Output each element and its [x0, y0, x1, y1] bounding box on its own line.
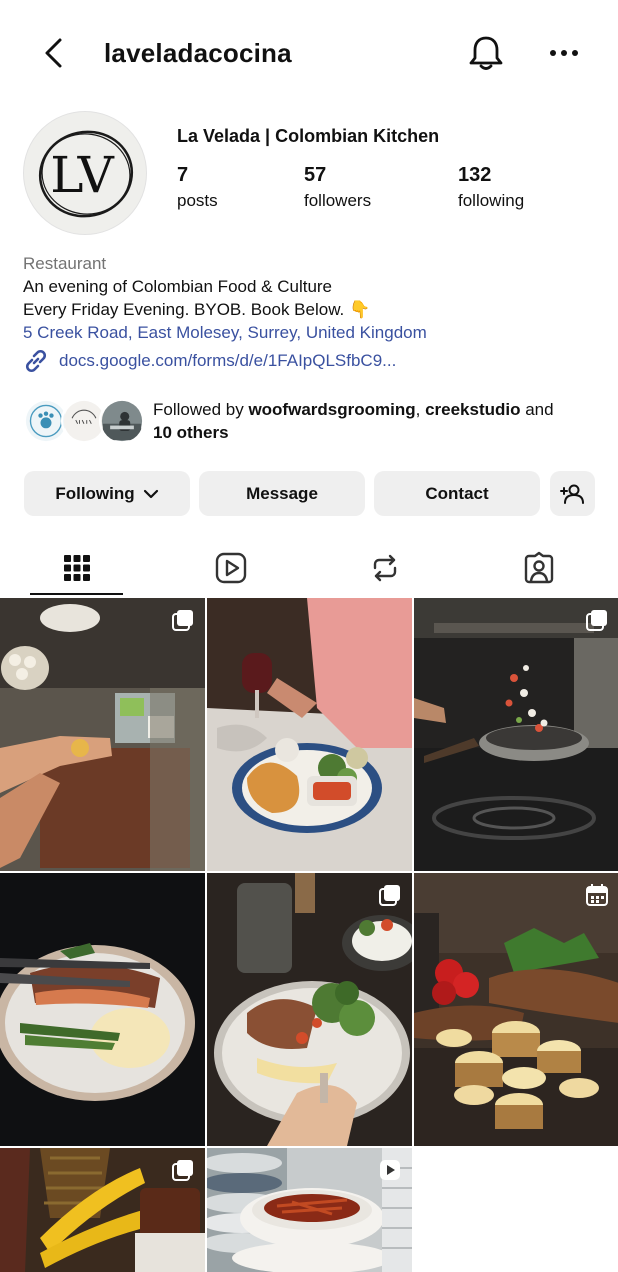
bio-category: Restaurant	[23, 254, 107, 273]
following-button-label: Following	[55, 483, 135, 503]
carousel-icon	[586, 610, 607, 631]
contact-button[interactable]: Contact	[374, 471, 540, 516]
post-image-pan-toss	[414, 598, 618, 871]
mutual-avatar-3	[99, 398, 145, 444]
post-image-steak-salad	[207, 873, 412, 1146]
posts-grid	[0, 598, 618, 1272]
display-name: La Velada | Colombian Kitchen	[177, 126, 440, 146]
link-icon	[25, 349, 47, 373]
suggested-accounts-button[interactable]	[550, 471, 595, 516]
post-thumbnail[interactable]	[0, 598, 205, 871]
tab-posts-grid[interactable]	[0, 538, 154, 598]
carousel-icon	[172, 610, 193, 631]
posts-label: posts	[177, 191, 218, 210]
post-thumbnail[interactable]	[207, 1148, 412, 1272]
post-thumbnail[interactable]	[414, 598, 618, 871]
posts-stat[interactable]: 7 posts	[177, 164, 218, 211]
post-image-salmon-plate	[0, 873, 205, 1146]
top-bar: laveladacocina	[0, 0, 618, 106]
followers-count: 57	[304, 164, 327, 186]
following-stat[interactable]: 132 following	[458, 164, 524, 211]
followers-stat[interactable]: 57 followers	[304, 164, 371, 211]
post-image-dinner-plate	[207, 598, 412, 871]
contact-button-label: Contact	[425, 483, 489, 503]
profile-tabs	[0, 538, 618, 598]
following-count: 132	[458, 164, 492, 186]
bio-line-2: Every Friday Evening. BYOB. Book Below. …	[23, 300, 371, 319]
followed-by-prefix: Followed by	[153, 400, 249, 419]
message-button[interactable]: Message	[199, 471, 365, 516]
profile-bio: Restaurant An evening of Colombian Food …	[23, 252, 603, 344]
mutual-followers-text: Followed by woofwardsgrooming, creekstud…	[153, 398, 593, 444]
grid-icon	[64, 555, 90, 581]
mutual-user-1[interactable]: woofwardsgrooming	[248, 400, 415, 419]
post-thumbnail[interactable]	[207, 598, 412, 871]
following-button[interactable]: Following	[24, 471, 190, 516]
following-label: following	[458, 191, 525, 210]
add-person-icon	[559, 484, 584, 504]
reels-icon	[215, 552, 247, 584]
post-image-kitchen-hands	[0, 598, 205, 871]
calendar-icon	[586, 884, 608, 906]
tagged-person-icon	[524, 551, 554, 584]
post-thumbnail[interactable]	[0, 1148, 205, 1272]
avatar-monogram: LV	[50, 146, 114, 204]
tab-tagged[interactable]	[462, 538, 616, 598]
followed-by-suffix: and	[520, 400, 554, 419]
bio-website-text: docs.google.com/forms/d/e/1FAIpQLSfbC9..…	[59, 351, 397, 370]
profile-avatar[interactable]: LV	[23, 111, 147, 235]
mutual-user-2[interactable]: creekstudio	[425, 400, 520, 419]
bio-website-link[interactable]: docs.google.com/forms/d/e/1FAIpQLSfbC9..…	[23, 347, 396, 375]
bio-location-link[interactable]: 5 Creek Road, East Molesey, Surrey, Unit…	[23, 321, 603, 344]
post-thumbnail[interactable]	[0, 873, 205, 1146]
post-thumbnail[interactable]	[414, 873, 618, 1146]
back-arrow-icon[interactable]	[38, 36, 72, 70]
tab-reposts[interactable]	[308, 538, 462, 598]
message-button-label: Message	[246, 483, 318, 503]
tab-reels[interactable]	[154, 538, 308, 598]
carousel-icon	[379, 885, 400, 906]
followers-label: followers	[304, 191, 372, 210]
repost-icon	[373, 554, 397, 582]
profile-username: laveladacocina	[104, 38, 292, 68]
mutual-followers[interactable]: Followed by woofwardsgrooming, creekstud…	[23, 396, 603, 448]
posts-count: 7	[177, 164, 189, 186]
active-tab-indicator	[30, 593, 123, 595]
post-image-yuca	[414, 873, 618, 1146]
carousel-icon	[172, 1160, 193, 1181]
more-options-icon[interactable]	[548, 42, 580, 64]
mutual-others[interactable]: 10 others	[153, 423, 229, 442]
bio-line-1: An evening of Colombian Food & Culture	[23, 277, 333, 296]
reel-icon	[380, 1160, 400, 1180]
bell-icon[interactable]	[468, 34, 504, 72]
post-thumbnail[interactable]	[207, 873, 412, 1146]
chevron-down-icon	[143, 489, 158, 498]
followed-separator: ,	[415, 400, 426, 419]
